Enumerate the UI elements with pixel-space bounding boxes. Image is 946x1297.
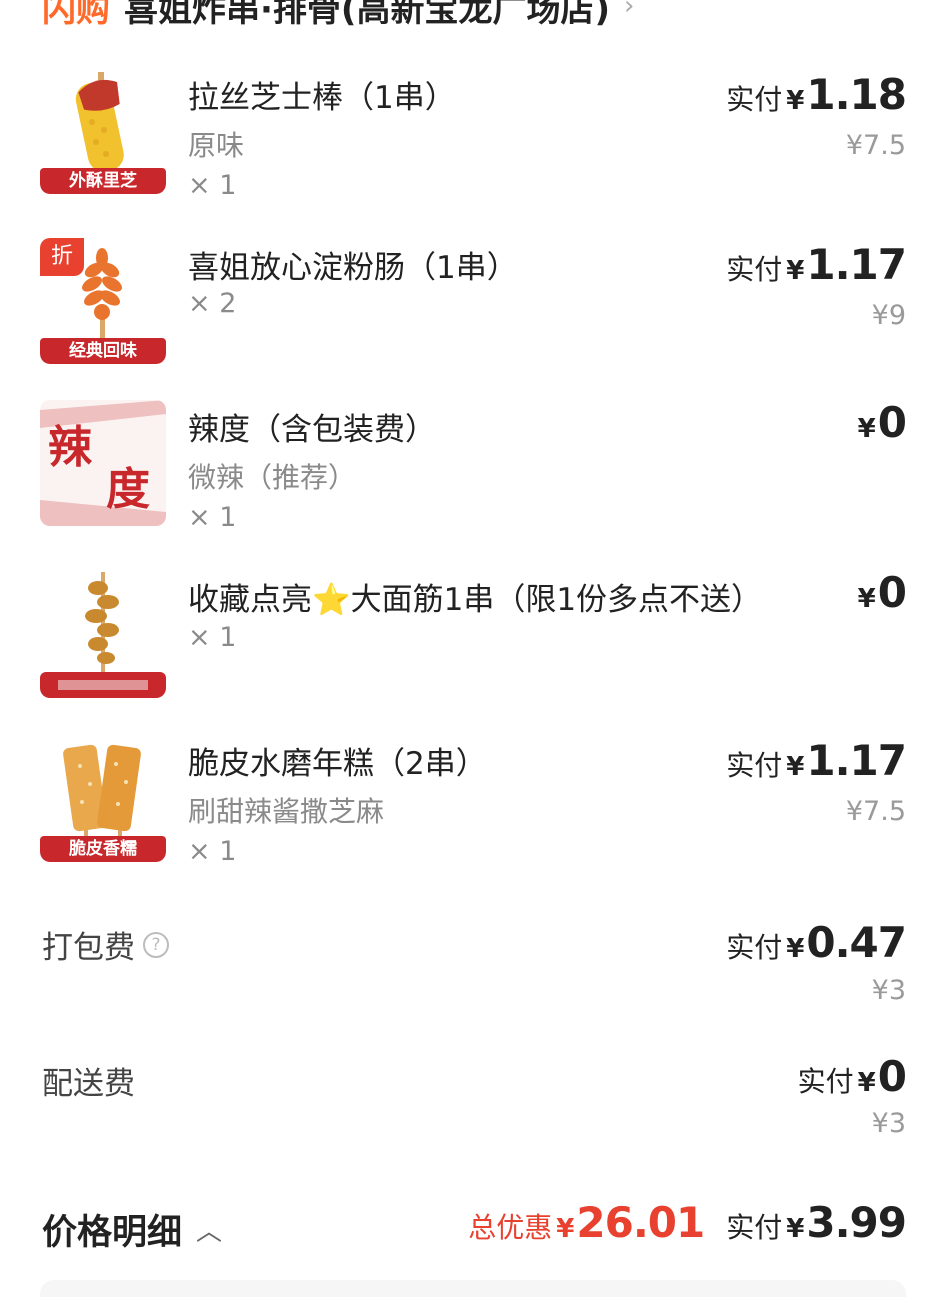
chevron-right-icon: › [624, 0, 635, 21]
item-quantity: × 1 [188, 836, 237, 867]
item-paid-price: ¥ 0 [857, 568, 907, 617]
item-name: 拉丝芝士棒（1串） [188, 80, 456, 116]
delivery-fee-original: ¥3 [871, 1108, 906, 1139]
item-quantity: × 1 [188, 170, 237, 201]
store-name: 喜姐炸串·排骨(高新宝龙广场店) [124, 0, 610, 30]
packing-fee-paid: 实付 ¥ 0.47 [726, 918, 907, 967]
item-banner: 脆皮香糯 [40, 836, 166, 862]
item-banner: 外酥里芝 [40, 168, 166, 194]
gluten-skewer-image [40, 572, 166, 698]
item-name: 喜姐放心淀粉肠（1串） [188, 250, 518, 286]
total-discount-amount: 26.01 [576, 1198, 705, 1247]
item-name: 脆皮水磨年糕（2串） [188, 746, 487, 782]
item-thumbnail: 外酥里芝 [40, 68, 166, 194]
store-header[interactable]: 闪购 喜姐炸串·排骨(高新宝龙广场店) › [42, 0, 635, 30]
delivery-fee-label: 配送费 [42, 1066, 135, 1102]
question-circle-icon[interactable]: ? [143, 931, 169, 958]
item-original-price: ¥7.5 [845, 130, 906, 161]
item-paid-price: 实付 ¥ 1.17 [726, 736, 907, 785]
chevron-up-icon: ︿ [196, 1217, 223, 1247]
item-quantity: × 2 [188, 288, 237, 319]
item-original-price: ¥7.5 [845, 796, 906, 827]
total-discount-label: 总优惠 [468, 1211, 553, 1244]
item-spec: 刷甜辣酱撒芝麻 [188, 795, 385, 828]
delivery-fee-paid: 实付 ¥ 0 [797, 1052, 907, 1101]
item-thumbnail: 脆皮香糯 [40, 736, 166, 862]
price-summary: 价格明细 ︿ 总优惠 ¥ 26.01 实付 ¥ 3.99 [42, 1198, 907, 1255]
item-thumbnail [40, 572, 166, 698]
item-name: 辣度（含包装费） [188, 412, 436, 448]
spice-char-1: 辣 [48, 422, 93, 473]
item-paid-price: 实付 ¥ 1.17 [726, 240, 907, 289]
price-detail-panel [40, 1280, 906, 1297]
price-detail-toggle[interactable]: 价格明细 ︿ [42, 1204, 222, 1255]
item-banner: 经典回味 [40, 338, 166, 364]
spice-level-image: 辣 度 [40, 400, 166, 526]
total-paid-amount: 3.99 [806, 1198, 907, 1247]
item-paid-price: 实付 ¥ 1.18 [726, 70, 907, 119]
packing-fee-label: 打包费 ? [42, 922, 169, 967]
item-spec: 原味 [188, 129, 245, 162]
spice-char-2: 度 [106, 464, 150, 515]
item-paid-price: ¥ 0 [857, 398, 907, 447]
item-thumbnail: 折 经典回味 [40, 238, 166, 364]
total-paid-label: 实付 [726, 1211, 783, 1244]
item-original-price: ¥9 [871, 300, 906, 331]
item-quantity: × 1 [188, 502, 237, 533]
price-detail-title: 价格明细 [42, 1213, 183, 1253]
item-name: 收藏点亮⭐大面筋1串（限1份多点不送） [188, 582, 763, 618]
summary-amounts: 总优惠 ¥ 26.01 实付 ¥ 3.99 [468, 1198, 907, 1247]
flash-buy-tag: 闪购 [42, 0, 110, 30]
item-thumbnail: 辣 度 [40, 400, 166, 526]
item-quantity: × 1 [188, 622, 237, 653]
item-spec: 微辣（推荐） [188, 461, 357, 494]
packing-fee-original: ¥3 [871, 975, 906, 1006]
discount-badge: 折 [40, 238, 84, 276]
